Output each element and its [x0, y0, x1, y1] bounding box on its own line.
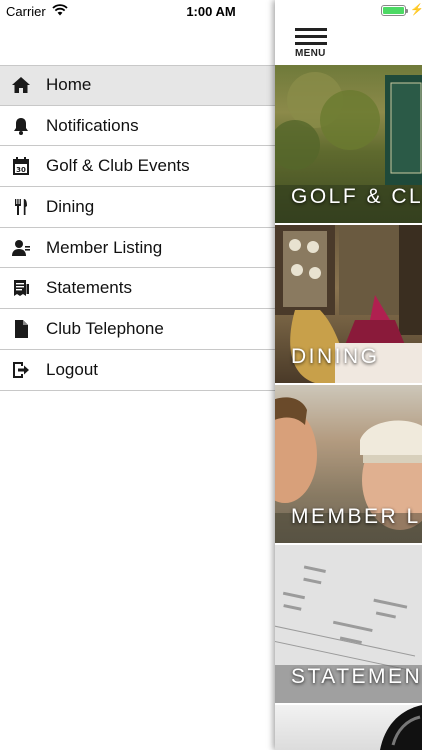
- menu-item-label: Member Listing: [46, 237, 163, 257]
- tile-title: DINING: [291, 345, 380, 368]
- tile-dining[interactable]: DINING: [275, 225, 422, 383]
- menu-item-home[interactable]: Home: [0, 65, 275, 106]
- menu-item-dining[interactable]: Dining: [0, 187, 275, 228]
- logout-icon: [11, 360, 31, 380]
- app-screen: Carrier 1:00 AM ⚡ Home Notifications 30: [0, 0, 422, 750]
- charging-icon: ⚡: [410, 4, 422, 16]
- menu-item-label: Golf & Club Events: [46, 156, 190, 176]
- tile-statements[interactable]: STATEMEN: [275, 545, 422, 703]
- main-content-panel: MENU GOLF & CLU: [275, 0, 422, 750]
- tile-partial[interactable]: [275, 705, 422, 750]
- document-icon: [11, 319, 31, 339]
- hamburger-icon: [295, 28, 327, 31]
- battery-level: [383, 7, 404, 14]
- calendar-icon: 30: [11, 156, 31, 176]
- svg-text:30: 30: [16, 166, 26, 174]
- menu-item-golf-club-events[interactable]: 30 Golf & Club Events: [0, 146, 275, 188]
- menu-item-label: Club Telephone: [46, 318, 164, 338]
- bell-icon: [11, 116, 31, 136]
- menu-item-club-telephone[interactable]: Club Telephone: [0, 309, 275, 350]
- members-icon: [11, 238, 31, 258]
- side-menu: Home Notifications 30 Golf & Club Events…: [0, 65, 275, 391]
- menu-item-label: Home: [46, 75, 92, 95]
- menu-item-label: Logout: [46, 359, 98, 379]
- menu-item-logout[interactable]: Logout: [0, 349, 275, 391]
- menu-item-notifications[interactable]: Notifications: [0, 105, 275, 147]
- menu-button-label: MENU: [295, 48, 326, 59]
- menu-button[interactable]: MENU: [295, 28, 327, 59]
- status-time: 1:00 AM: [186, 4, 236, 19]
- tile-title: GOLF & CLU: [291, 185, 422, 208]
- menu-item-member-listing[interactable]: Member Listing: [0, 227, 275, 269]
- tile-title: STATEMEN: [291, 665, 422, 688]
- tile-title: MEMBER L: [291, 505, 421, 528]
- menu-item-label: Statements: [46, 278, 132, 298]
- battery-icon: [381, 5, 408, 16]
- tile-golf-club-events[interactable]: GOLF & CLU: [275, 65, 422, 223]
- home-icon: [11, 75, 31, 95]
- fork-knife-icon: [11, 197, 31, 217]
- partial-photo: [380, 705, 422, 750]
- statement-icon: [11, 278, 31, 298]
- menu-item-label: Notifications: [46, 115, 139, 135]
- menu-item-label: Dining: [46, 196, 95, 216]
- menu-item-statements[interactable]: Statements: [0, 268, 275, 310]
- tile-member-listing[interactable]: MEMBER L: [275, 385, 422, 543]
- status-bar: Carrier 1:00 AM ⚡: [0, 0, 422, 22]
